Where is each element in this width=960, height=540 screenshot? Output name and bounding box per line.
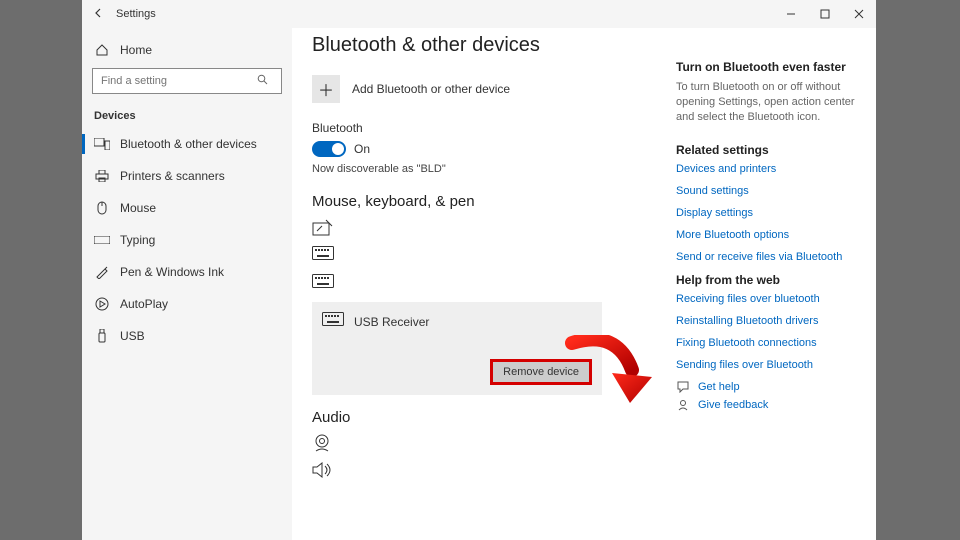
bluetooth-label: Bluetooth xyxy=(312,121,660,135)
sidebar-item-label: Printers & scanners xyxy=(120,169,225,183)
tip-body: To turn Bluetooth on or off without open… xyxy=(676,80,864,125)
keyboard-device-icon-1[interactable] xyxy=(312,246,334,264)
pen-icon xyxy=(94,264,110,280)
search-input[interactable] xyxy=(92,68,282,94)
mouse-icon xyxy=(94,200,110,216)
usb-icon xyxy=(94,328,110,344)
related-links: Devices and printers Sound settings Disp… xyxy=(676,163,864,263)
window-title: Settings xyxy=(116,8,156,20)
link-display-settings[interactable]: Display settings xyxy=(676,207,864,219)
help-web-title: Help from the web xyxy=(676,273,864,287)
plus-icon: ＋ xyxy=(318,77,334,101)
home-icon xyxy=(94,42,110,58)
discoverable-text: Now discoverable as "BLD" xyxy=(312,163,660,175)
add-device-button[interactable]: ＋ xyxy=(312,75,340,103)
related-title: Related settings xyxy=(676,143,864,157)
link-send-receive-bt[interactable]: Send or receive files via Bluetooth xyxy=(676,251,864,263)
sidebar-item-pen[interactable]: Pen & Windows Ink xyxy=(82,256,292,288)
give-feedback-row[interactable]: Give feedback xyxy=(676,399,864,411)
give-feedback-label: Give feedback xyxy=(698,399,768,411)
sidebar-home-label: Home xyxy=(120,43,152,57)
arrow-left-icon xyxy=(93,7,105,19)
sidebar-item-mouse[interactable]: Mouse xyxy=(82,192,292,224)
maximize-button[interactable] xyxy=(808,0,842,28)
link-devices-printers[interactable]: Devices and printers xyxy=(676,163,864,175)
section-audio: Audio xyxy=(312,409,660,426)
help-icon xyxy=(676,381,690,393)
selected-device-card[interactable]: USB Receiver Remove device xyxy=(312,302,602,395)
maximize-icon xyxy=(820,9,830,19)
sidebar-item-label: USB xyxy=(120,329,145,343)
page-title: Bluetooth & other devices xyxy=(312,34,660,57)
minimize-button[interactable] xyxy=(774,0,808,28)
back-button[interactable] xyxy=(82,7,116,22)
close-icon xyxy=(854,9,864,19)
titlebar: Settings xyxy=(82,0,876,28)
pen-tablet-device-icon[interactable] xyxy=(312,218,334,236)
sidebar-item-usb[interactable]: USB xyxy=(82,320,292,352)
sidebar-item-label: Bluetooth & other devices xyxy=(120,137,257,151)
search-container xyxy=(92,68,282,94)
content-area: Bluetooth & other devices ＋ Add Bluetoot… xyxy=(292,28,876,540)
link-send-files-bt[interactable]: Sending files over Bluetooth xyxy=(676,359,864,371)
keyboard-icon xyxy=(322,312,344,331)
link-reinstall-bt-drivers[interactable]: Reinstalling Bluetooth drivers xyxy=(676,315,864,327)
settings-window: Settings Home Dev xyxy=(82,0,876,540)
link-more-bt-options[interactable]: More Bluetooth options xyxy=(676,229,864,241)
autoplay-icon xyxy=(94,296,110,312)
speaker-device-icon[interactable] xyxy=(312,462,334,480)
feedback-icon xyxy=(676,399,690,411)
sidebar-item-printers[interactable]: Printers & scanners xyxy=(82,160,292,192)
sidebar: Home Devices Bluetooth & other devices P… xyxy=(82,28,292,540)
get-help-label: Get help xyxy=(698,381,740,393)
window-controls xyxy=(774,0,876,28)
minimize-icon xyxy=(786,9,796,19)
remove-device-button[interactable]: Remove device xyxy=(490,359,592,385)
link-fix-bt-connections[interactable]: Fixing Bluetooth connections xyxy=(676,337,864,349)
devices-icon xyxy=(94,136,110,152)
sidebar-home[interactable]: Home xyxy=(82,38,292,68)
device-name: USB Receiver xyxy=(354,315,429,329)
link-sound-settings[interactable]: Sound settings xyxy=(676,185,864,197)
sidebar-item-label: Mouse xyxy=(120,201,156,215)
sidebar-item-label: Typing xyxy=(120,233,155,247)
add-device-label: Add Bluetooth or other device xyxy=(352,82,510,96)
main-panel: Bluetooth & other devices ＋ Add Bluetoot… xyxy=(292,28,676,540)
printer-icon xyxy=(94,168,110,184)
add-device-row[interactable]: ＋ Add Bluetooth or other device xyxy=(312,75,660,103)
section-mouse-kbd: Mouse, keyboard, & pen xyxy=(312,193,660,210)
sidebar-item-typing[interactable]: Typing xyxy=(82,224,292,256)
sidebar-item-label: Pen & Windows Ink xyxy=(120,265,224,279)
typing-icon xyxy=(94,232,110,248)
link-receive-files-bt[interactable]: Receiving files over bluetooth xyxy=(676,293,864,305)
keyboard-device-icon-2[interactable] xyxy=(312,274,334,292)
close-button[interactable] xyxy=(842,0,876,28)
bluetooth-toggle[interactable] xyxy=(312,141,346,157)
sidebar-item-bluetooth[interactable]: Bluetooth & other devices xyxy=(82,128,292,160)
aside-panel: Turn on Bluetooth even faster To turn Bl… xyxy=(676,28,876,540)
sidebar-section-label: Devices xyxy=(82,104,292,128)
sidebar-item-autoplay[interactable]: AutoPlay xyxy=(82,288,292,320)
webcam-device-icon[interactable] xyxy=(312,434,334,452)
help-web-links: Receiving files over bluetooth Reinstall… xyxy=(676,293,864,371)
tip-title: Turn on Bluetooth even faster xyxy=(676,60,864,74)
bluetooth-state: On xyxy=(354,142,370,156)
sidebar-item-label: AutoPlay xyxy=(120,297,168,311)
get-help-row[interactable]: Get help xyxy=(676,381,864,393)
